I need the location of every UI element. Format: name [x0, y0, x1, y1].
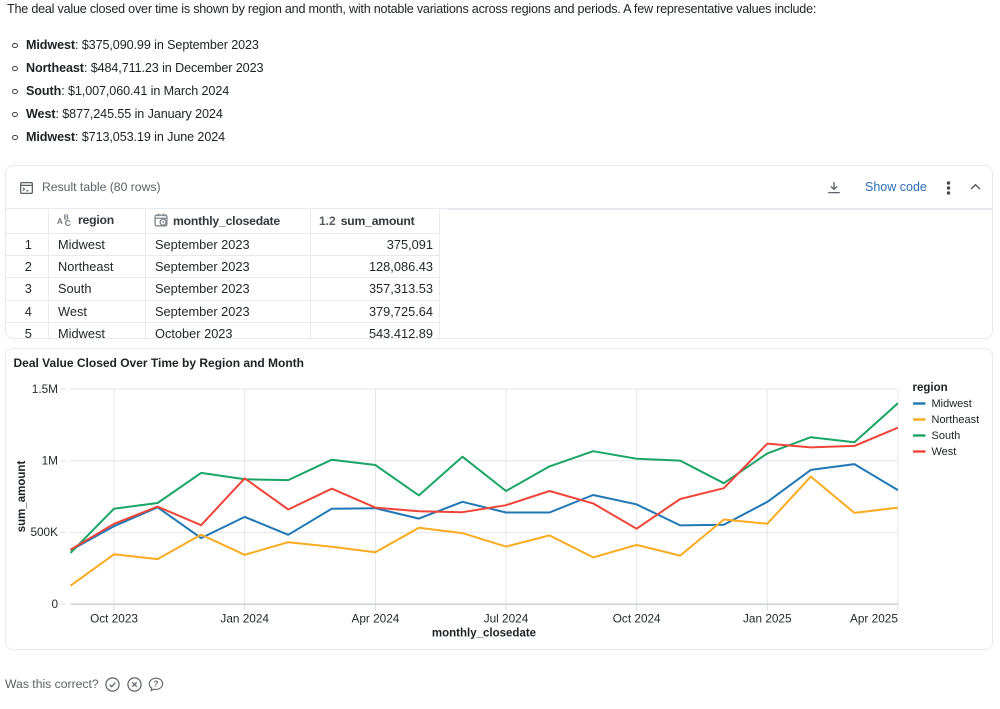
svg-text:Jan 2024: Jan 2024 — [220, 611, 269, 625]
svg-text:Jul 2024: Jul 2024 — [483, 611, 528, 625]
svg-text:?: ? — [154, 679, 159, 688]
svg-text:Jan 2025: Jan 2025 — [743, 611, 792, 625]
svg-text:South: South — [931, 430, 960, 442]
svg-text:1.5M: 1.5M — [31, 381, 57, 395]
svg-text:Oct 2023: Oct 2023 — [90, 611, 138, 625]
svg-text:Apr 2025: Apr 2025 — [850, 611, 898, 625]
svg-text:Deal Value Closed Over Time by: Deal Value Closed Over Time by Region an… — [13, 356, 304, 370]
svg-text:Midwest: Midwest — [931, 398, 971, 410]
svg-text:500K: 500K — [30, 525, 58, 539]
svg-text:West: West — [931, 446, 956, 458]
svg-text:A: A — [57, 217, 63, 226]
svg-text:sum_amount: sum_amount — [16, 460, 28, 532]
svg-text:C: C — [65, 219, 71, 226]
svg-text:Northeast: Northeast — [931, 414, 979, 426]
svg-text:monthly_closedate: monthly_closedate — [431, 627, 535, 639]
svg-text:Oct 2024: Oct 2024 — [612, 611, 660, 625]
svg-text:1M: 1M — [41, 453, 57, 467]
svg-text:Apr 2024: Apr 2024 — [351, 611, 399, 625]
svg-text:region: region — [912, 382, 947, 394]
svg-text:0: 0 — [51, 596, 58, 610]
